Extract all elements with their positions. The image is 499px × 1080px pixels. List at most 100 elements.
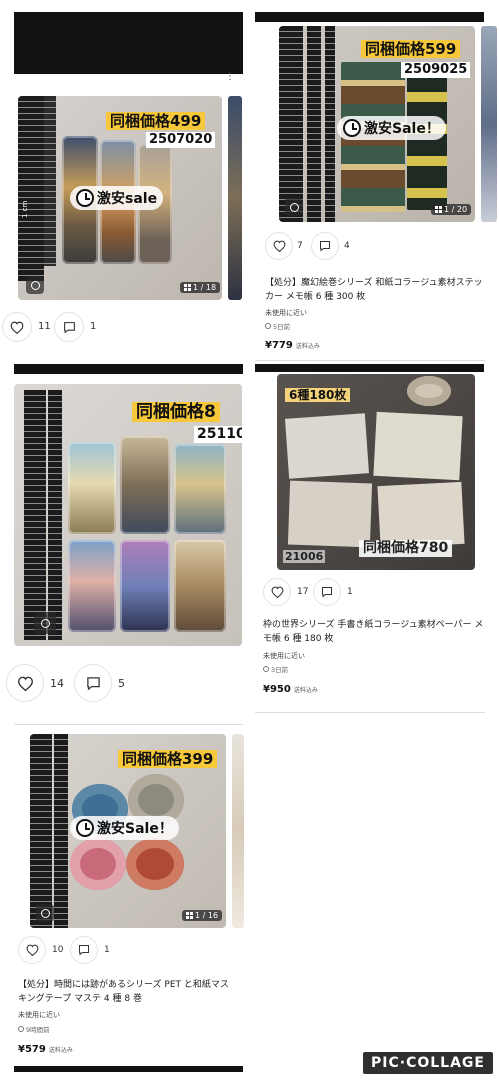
photo-counter-text: 1 / 18 bbox=[193, 283, 217, 292]
comment-button[interactable] bbox=[54, 312, 84, 342]
lens-icon[interactable] bbox=[34, 612, 56, 634]
like-button[interactable] bbox=[2, 312, 32, 342]
posted-time: 9時間前 bbox=[18, 1024, 50, 1034]
listing-card-2[interactable]: 同梱価格599 2509025 激安Sale！ 1 / 20 7 4 【処分】魔… bbox=[255, 0, 499, 362]
photo-counter: 1 / 20 bbox=[431, 204, 472, 215]
clock-icon bbox=[343, 119, 361, 137]
sale-text: 激安Sale！ bbox=[97, 821, 173, 837]
comment-button[interactable] bbox=[70, 936, 98, 964]
grid-icon bbox=[186, 912, 193, 919]
listing-title[interactable]: 枠の世界シリーズ 手書き紙コラージュ素材ペーパー メモ帳 6 種 180 枚 bbox=[263, 618, 487, 646]
ruler bbox=[18, 96, 44, 281]
promo-price-label: 同梱価格399 bbox=[118, 750, 218, 768]
like-button[interactable] bbox=[6, 664, 44, 702]
listing-price: ¥779 送料込み bbox=[265, 340, 320, 351]
listing-card-4[interactable]: 6種180枚 同梱価格780 21006 17 1 枠の世界シリーズ 手書き紙コ… bbox=[255, 364, 499, 716]
heart-icon bbox=[10, 321, 24, 334]
tape-roll bbox=[68, 442, 116, 534]
lens-icon[interactable] bbox=[285, 198, 303, 216]
grid-icon bbox=[435, 206, 442, 213]
like-count: 17 bbox=[297, 587, 309, 597]
ruler bbox=[24, 390, 46, 640]
sale-text: 激安sale bbox=[97, 191, 158, 207]
like-count: 14 bbox=[50, 677, 64, 690]
like-button[interactable] bbox=[18, 936, 46, 964]
listing-price: ¥950 送料込み bbox=[263, 684, 318, 695]
next-photo-peek[interactable] bbox=[232, 734, 244, 928]
divider bbox=[255, 360, 485, 361]
product-photo[interactable]: 同梱価格499 2507020 激安sale 1 cm 1 / 18 bbox=[18, 96, 222, 300]
paper-sheet bbox=[373, 411, 463, 481]
next-photo-peek[interactable] bbox=[228, 96, 242, 300]
ruler bbox=[54, 734, 68, 928]
lens-icon[interactable] bbox=[36, 904, 54, 922]
ruler bbox=[325, 26, 335, 222]
listing-card-1[interactable]: ⋮ 同梱価格499 2507020 激安sale 1 cm 1 / 18 1 1 … bbox=[0, 0, 245, 362]
listing-title[interactable]: 【処分】時間には跡があるシリーズ PET と和紙マスキングテープ マステ 4 種… bbox=[18, 978, 236, 1006]
paper-sheet bbox=[285, 413, 369, 479]
ruler bbox=[30, 734, 52, 928]
listing-title[interactable]: 【処分】魔幻絵巻シリーズ 和紙コラージュ素材ステッカー メモ帳 6 種 300 … bbox=[265, 276, 487, 304]
next-photo-peek[interactable] bbox=[481, 26, 497, 222]
shipping-note: 送料込み bbox=[295, 343, 320, 350]
product-photo[interactable]: 同梱価格599 2509025 激安Sale！ 1 / 20 bbox=[279, 26, 475, 222]
photo-counter: 1 / 16 bbox=[182, 910, 223, 921]
tape-roll bbox=[126, 838, 184, 890]
comment-button[interactable] bbox=[313, 578, 341, 606]
comment-icon bbox=[322, 587, 332, 598]
promo-code-label: 21006 bbox=[283, 550, 326, 563]
clock-icon bbox=[265, 323, 271, 329]
like-count: 7 bbox=[297, 241, 303, 251]
comment-count: 1 bbox=[104, 945, 110, 955]
like-button[interactable] bbox=[263, 578, 291, 606]
promo-top-label: 6種180枚 bbox=[285, 388, 351, 403]
sale-badge: 激安Sale！ bbox=[70, 816, 179, 840]
promo-code-label: 25110 bbox=[194, 426, 242, 443]
shipping-note: 送料込み bbox=[293, 687, 318, 694]
more-icon[interactable]: ⋮ bbox=[225, 72, 235, 82]
listing-card-3[interactable]: 同梱価格8 25110 14 5 bbox=[0, 364, 245, 726]
lens-icon[interactable] bbox=[26, 276, 44, 294]
promo-price-label: 同梱価格8 bbox=[132, 402, 220, 423]
item-condition: 未使用に近い bbox=[18, 1011, 60, 1019]
tape-roll bbox=[120, 540, 170, 632]
comment-icon bbox=[79, 945, 89, 956]
paper-sheet bbox=[377, 481, 465, 549]
comment-icon bbox=[320, 241, 330, 252]
listing-price: ¥579 送料込み bbox=[18, 1044, 73, 1055]
listing-card-5[interactable]: 同梱価格399 激安Sale！ 1 / 16 10 1 【処分】時間には跡がある… bbox=[0, 728, 245, 1080]
clock-icon bbox=[263, 666, 269, 672]
clock-icon bbox=[76, 819, 94, 837]
promo-code-label: 2509025 bbox=[401, 62, 471, 78]
comment-count: 5 bbox=[118, 677, 125, 690]
sticker-pack bbox=[407, 70, 447, 210]
ruler bbox=[307, 26, 321, 222]
divider bbox=[14, 724, 243, 725]
sale-text: 激安Sale！ bbox=[364, 121, 440, 137]
item-condition: 未使用に近い bbox=[265, 309, 307, 317]
top-black-bar bbox=[255, 364, 484, 372]
ruler bbox=[48, 390, 62, 640]
item-condition: 未使用に近い bbox=[263, 652, 305, 660]
paper-sheet bbox=[287, 480, 373, 548]
top-black-bar bbox=[14, 12, 243, 74]
sale-badge: 激安sale bbox=[70, 186, 164, 210]
ruler bbox=[279, 26, 303, 222]
like-count: 11 bbox=[38, 321, 51, 332]
bottom-black-bar bbox=[14, 1066, 243, 1072]
tape-roll bbox=[174, 540, 226, 632]
product-photo[interactable]: 同梱価格8 25110 bbox=[14, 384, 242, 646]
like-button[interactable] bbox=[265, 232, 293, 260]
clock-icon bbox=[76, 189, 94, 207]
tape-roll bbox=[70, 838, 126, 890]
pic-collage-watermark: PIC·COLLAGE bbox=[363, 1052, 493, 1074]
top-black-bar bbox=[255, 12, 484, 22]
product-photo[interactable]: 6種180枚 同梱価格780 21006 bbox=[277, 374, 475, 570]
comment-icon bbox=[86, 676, 100, 690]
promo-price-label: 同梱価格599 bbox=[361, 40, 461, 58]
posted-time: 3日前 bbox=[263, 664, 288, 674]
product-photo[interactable]: 同梱価格399 激安Sale！ 1 / 16 bbox=[30, 734, 226, 928]
comment-button[interactable] bbox=[74, 664, 112, 702]
comment-button[interactable] bbox=[311, 232, 339, 260]
photo-counter-text: 1 / 20 bbox=[444, 205, 468, 214]
